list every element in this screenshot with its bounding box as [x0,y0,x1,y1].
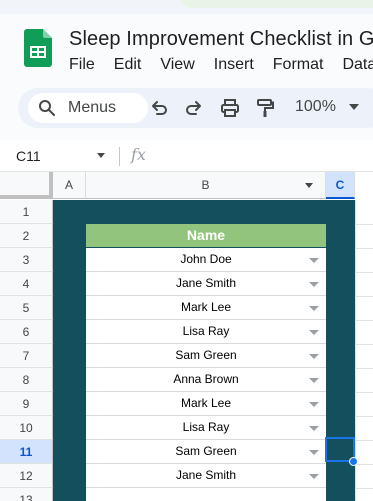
sheet-grid[interactable]: A B C 1 2 3 4 5 6 7 8 9 10 11 12 13 Name… [0,172,373,501]
name-cell[interactable]: Sam Green [86,440,326,464]
menu-file[interactable]: File [69,56,95,74]
print-icon[interactable] [220,98,240,118]
spreadsheet-window: Sleep Improvement Checklist in G File Ed… [0,0,373,501]
column-header-b-label: B [201,178,210,192]
name-cell-value: Lisa Ray [182,420,230,434]
gridline [355,344,373,345]
column-header-b[interactable]: B [86,172,326,199]
app-header: Sleep Improvement Checklist in G File Ed… [0,14,373,86]
name-cell[interactable]: Mark Lee [86,296,326,320]
row-header-6[interactable]: 6 [0,320,53,344]
row-header-10[interactable]: 10 [0,416,53,440]
menu-bar: File Edit View Insert Format Data [69,56,373,74]
fill-handle[interactable] [349,457,358,466]
row-header-13[interactable]: 13 [0,488,53,501]
name-cell[interactable]: Lisa Ray [86,320,326,344]
menus-search-button[interactable]: Menus [28,93,148,123]
gridline [355,296,373,297]
dropdown-arrow-icon[interactable] [309,354,319,359]
redo-icon[interactable] [184,98,204,118]
name-column-header[interactable]: Name [86,224,326,247]
gridline [355,200,356,501]
menu-view[interactable]: View [160,56,194,74]
dropdown-arrow-icon[interactable] [309,450,319,455]
dropdown-arrow-icon[interactable] [309,258,319,263]
name-cell[interactable]: Jane Smith [86,272,326,296]
gridline [355,272,373,273]
name-cell-value: Sam Green [175,444,237,458]
name-cell[interactable]: Lisa Ray [86,416,326,440]
google-sheets-logo-icon[interactable] [24,29,52,67]
dropdown-arrow-icon[interactable] [309,330,319,335]
dropdown-arrow-icon[interactable] [309,402,319,407]
column-header-a[interactable]: A [53,172,86,199]
gridline [355,248,373,249]
dropdown-arrow-icon[interactable] [309,282,319,287]
gridline [355,224,373,225]
formula-bar: C11 fx [0,140,373,172]
name-cell[interactable]: Mark Lee [86,392,326,416]
search-icon [39,100,55,116]
name-cell-value: Sam Green [175,348,237,362]
select-all-corner[interactable] [0,172,53,199]
name-cell[interactable]: Sam Green [86,344,326,368]
row-header-3[interactable]: 3 [0,248,53,272]
dropdown-arrow-icon[interactable] [309,378,319,383]
menu-data[interactable]: Data [342,56,373,74]
name-box-caret-icon[interactable] [97,153,105,158]
name-cell[interactable]: Anna Brown [86,368,326,392]
name-cell-value: John Doe [180,252,232,266]
paint-format-icon[interactable] [255,98,275,118]
row-header-9[interactable]: 9 [0,392,53,416]
column-c-cells[interactable] [355,200,373,501]
zoom-caret-icon[interactable] [349,104,359,110]
name-cell-value: Lisa Ray [182,324,230,338]
menus-search-label: Menus [68,99,117,116]
dropdown-arrow-icon[interactable] [309,306,319,311]
name-cell-value: Jane Smith [175,276,237,290]
row-header-1[interactable]: 1 [0,200,53,224]
formula-bar-divider [119,147,120,166]
name-cell-value: Anna Brown [173,372,239,386]
gridline [355,488,373,489]
document-title[interactable]: Sleep Improvement Checklist in G [69,28,373,51]
gridline [355,464,373,465]
row-header-12[interactable]: 12 [0,464,53,488]
row-header-8[interactable]: 8 [0,368,53,392]
gridline [355,368,373,369]
gridline [355,416,373,417]
name-cell-value: Mark Lee [180,396,232,410]
name-cell[interactable]: Jane Smith [86,464,326,488]
dropdown-arrow-icon[interactable] [309,474,319,479]
gridline [355,320,373,321]
row-header-11[interactable]: 11 [0,440,53,464]
name-cell-value: Mark Lee [180,300,232,314]
gridline [355,392,373,393]
toolbar: Menus 100% [18,88,373,128]
zoom-select[interactable]: 100% [295,98,336,116]
dropdown-arrow-icon[interactable] [309,426,319,431]
menu-format[interactable]: Format [273,56,324,74]
empty-cell[interactable] [86,488,326,501]
row-header-7[interactable]: 7 [0,344,53,368]
row-header-5[interactable]: 5 [0,296,53,320]
row-header-2[interactable]: 2 [0,224,53,248]
fx-icon: fx [131,145,146,164]
browser-top-strip [0,0,373,14]
browser-tab-edge [180,0,373,8]
name-cell[interactable]: John Doe [86,248,326,272]
gridline [355,440,373,441]
name-cell-value: Jane Smith [175,468,237,482]
column-header-c[interactable]: C [326,172,355,199]
name-box[interactable]: C11 [16,148,41,164]
column-menu-caret-icon[interactable] [305,183,313,188]
undo-icon[interactable] [149,98,169,118]
menu-edit[interactable]: Edit [114,56,142,74]
menu-insert[interactable]: Insert [214,56,254,74]
row-header-4[interactable]: 4 [0,272,53,296]
